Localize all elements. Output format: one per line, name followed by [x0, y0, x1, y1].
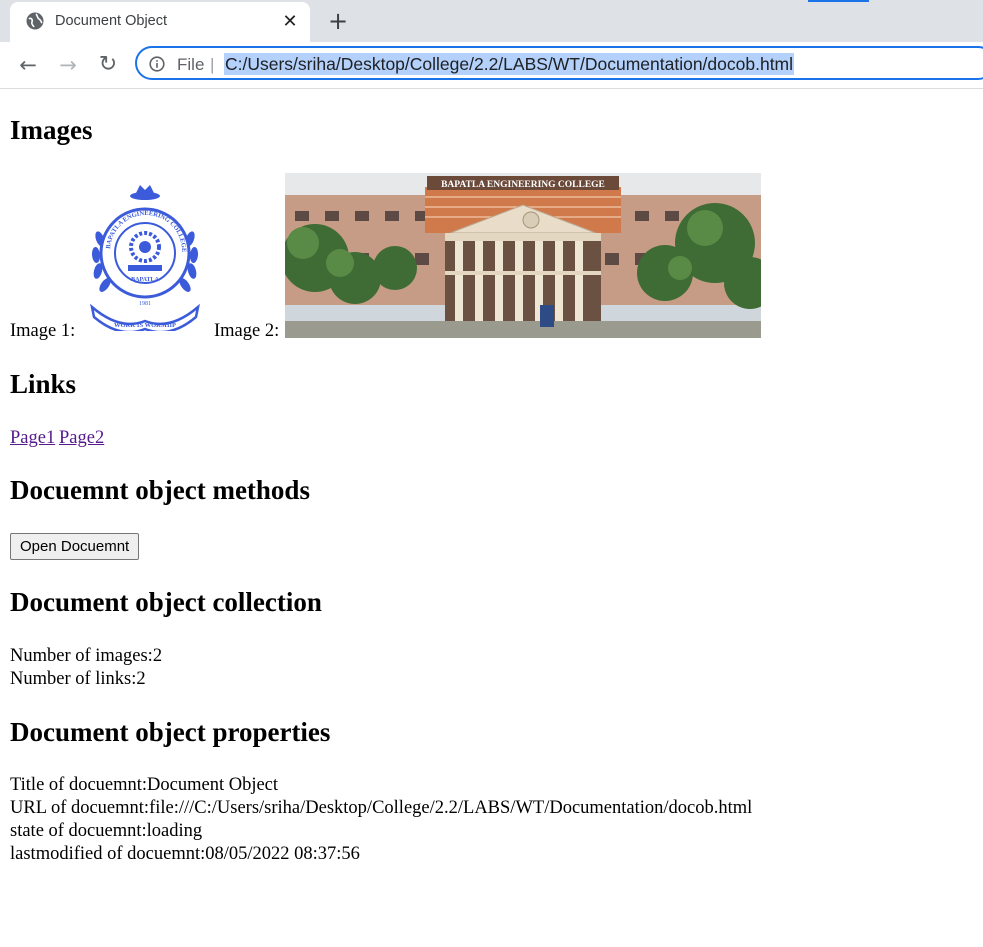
address-separator: |: [210, 55, 215, 74]
college-logo-image: BAPATLA ENGINEERING COLLEGE BAPATLA 1981…: [90, 185, 200, 331]
links-count-text: Number of links:2: [10, 669, 146, 689]
properties-heading: Document object properties: [10, 717, 331, 747]
image2-label: Image 2:: [214, 321, 280, 341]
links-heading: Links: [10, 369, 77, 399]
window-accent-strip: [808, 0, 869, 2]
url-text[interactable]: C:/Users/sriha/Desktop/College/2.2/LABS/…: [224, 53, 795, 75]
logo-year-text: 1981: [139, 301, 151, 307]
browser-tab[interactable]: Document Object ✕: [10, 2, 310, 42]
document-lastmodified-text: lastmodified of docuemnt:08/05/2022 08:3…: [10, 844, 360, 864]
images-count-text: Number of images:2: [10, 646, 163, 666]
forward-arrow-icon[interactable]: →: [55, 52, 81, 78]
back-arrow-icon[interactable]: ←: [15, 52, 41, 78]
browser-toolbar: ← → ↻ File | C:/Users/sriha/Desktop/Coll…: [0, 42, 983, 89]
plus-icon[interactable]: +: [325, 8, 351, 34]
tab-title: Document Object: [55, 13, 168, 29]
image1-label: Image 1:: [10, 321, 76, 341]
address-bar[interactable]: File | C:/Users/sriha/Desktop/College/2.…: [135, 46, 983, 80]
photo-sign-text: BAPATLA ENGINEERING COLLEGE: [441, 180, 605, 190]
document-title-text: Title of docuemnt:Document Object: [10, 775, 279, 795]
info-icon[interactable]: [149, 56, 165, 72]
document-url-text: URL of docuemnt:file:///C:/Users/sriha/D…: [10, 798, 753, 818]
methods-heading: Docuemnt object methods: [10, 475, 310, 505]
close-icon[interactable]: ✕: [280, 12, 300, 32]
page-content: Images Image 1: BAPATLA ENGINEERING COLL…: [0, 89, 983, 947]
globe-icon: [26, 12, 44, 30]
open-document-button[interactable]: Open Docuemnt: [10, 533, 140, 560]
logo-city-text: BAPATLA: [131, 277, 159, 283]
logo-motto-text: WORK IS WORSHIP: [114, 322, 176, 329]
url-scheme-label: File: [177, 55, 205, 74]
link-page1[interactable]: Page1: [10, 428, 55, 449]
images-heading: Images: [10, 115, 93, 145]
college-building-photo: BAPATLA ENGINEERING COLLEGE: [285, 173, 761, 338]
collection-heading: Document object collection: [10, 587, 322, 617]
document-state-text: state of docuemnt:loading: [10, 821, 203, 841]
link-page2[interactable]: Page2: [59, 428, 104, 449]
reload-icon[interactable]: ↻: [95, 52, 121, 78]
tab-strip: Document Object ✕ +: [0, 0, 983, 42]
